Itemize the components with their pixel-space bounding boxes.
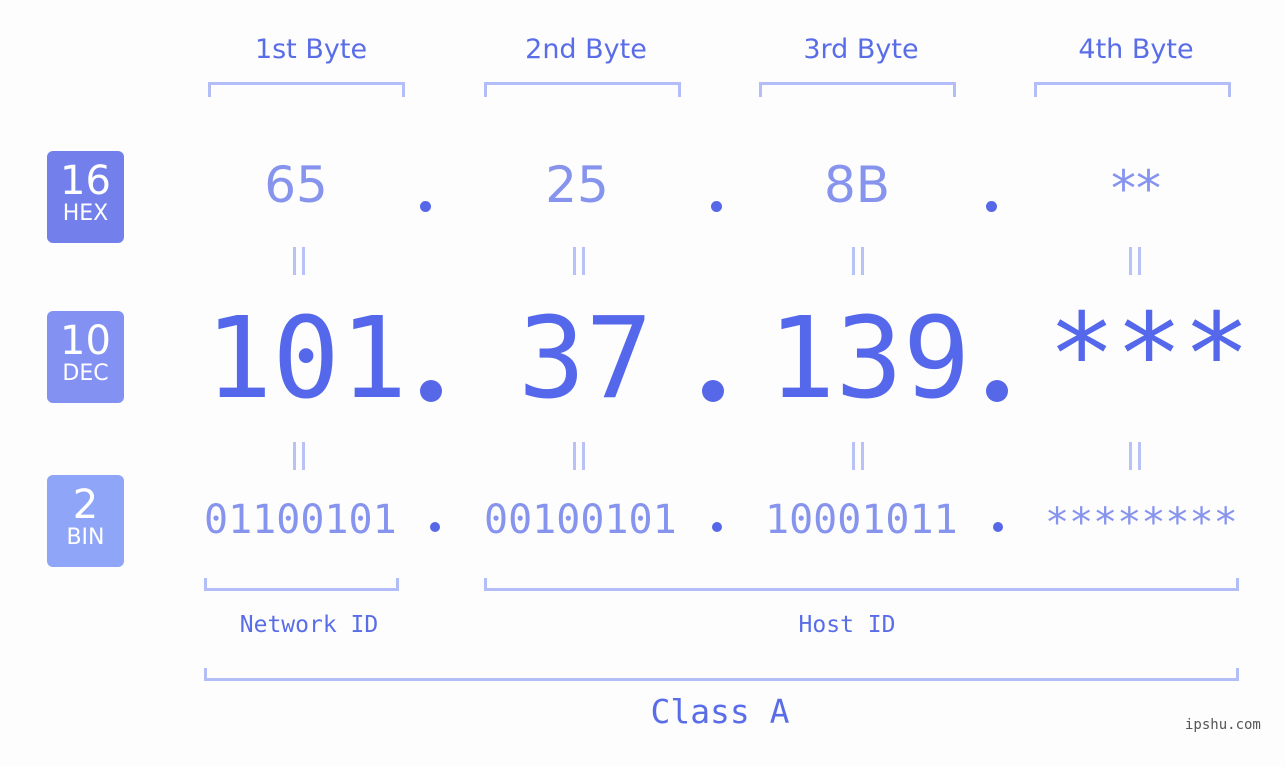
bin-badge: 2 BIN bbox=[47, 475, 124, 567]
byte-header-4: 4th Byte bbox=[1078, 34, 1194, 65]
hex-label: HEX bbox=[62, 201, 109, 226]
dec-base: 10 bbox=[60, 318, 111, 364]
hex-byte-3: 8B bbox=[823, 156, 891, 214]
byte-bracket-1 bbox=[208, 82, 405, 97]
class-bracket bbox=[204, 668, 1239, 681]
equals-icon bbox=[1127, 247, 1143, 275]
network-id-label: Network ID bbox=[239, 612, 379, 638]
class-label: Class A bbox=[650, 692, 790, 731]
hex-separator-2 bbox=[711, 201, 722, 212]
equals-icon bbox=[850, 442, 866, 470]
equals-icon bbox=[291, 442, 307, 470]
dec-separator-3 bbox=[986, 380, 1008, 402]
host-id-bracket bbox=[484, 578, 1239, 591]
watermark: ipshu.com bbox=[1185, 717, 1261, 733]
hex-base: 16 bbox=[60, 158, 111, 204]
equals-icon bbox=[850, 247, 866, 275]
bin-label: BIN bbox=[66, 525, 105, 550]
dec-separator-1 bbox=[420, 380, 442, 402]
bin-base: 2 bbox=[72, 482, 99, 528]
dec-byte-1: 101 bbox=[205, 294, 408, 424]
byte-header-3: 3rd Byte bbox=[803, 34, 919, 65]
byte-header-2: 2nd Byte bbox=[525, 34, 647, 65]
byte-header-1: 1st Byte bbox=[254, 34, 368, 65]
bin-separator-2 bbox=[712, 522, 722, 532]
bin-byte-3: 10001011 bbox=[765, 497, 958, 543]
bin-byte-1: 01100101 bbox=[204, 497, 397, 543]
hex-separator-1 bbox=[420, 201, 431, 212]
equals-icon bbox=[571, 247, 587, 275]
host-id-label: Host ID bbox=[798, 612, 896, 638]
equals-icon bbox=[571, 442, 587, 470]
bin-separator-3 bbox=[993, 522, 1003, 532]
dec-badge: 10 DEC bbox=[47, 311, 124, 403]
hex-byte-1: 65 bbox=[264, 156, 328, 214]
dec-byte-3: 139 bbox=[768, 294, 971, 424]
network-id-bracket bbox=[204, 578, 399, 591]
byte-bracket-3 bbox=[759, 82, 956, 97]
equals-icon bbox=[291, 247, 307, 275]
byte-bracket-4 bbox=[1034, 82, 1231, 97]
dec-label: DEC bbox=[62, 361, 109, 386]
dec-byte-4: *** bbox=[1048, 290, 1251, 420]
hex-separator-3 bbox=[986, 201, 997, 212]
hex-badge: 16 HEX bbox=[47, 151, 124, 243]
bin-byte-2: 00100101 bbox=[484, 497, 677, 543]
hex-byte-2: 25 bbox=[545, 156, 609, 214]
bin-byte-4: ******** bbox=[1045, 500, 1238, 546]
byte-bracket-2 bbox=[484, 82, 681, 97]
hex-byte-4: ** bbox=[1111, 160, 1161, 218]
bin-separator-1 bbox=[430, 522, 440, 532]
dec-byte-2: 37 bbox=[518, 294, 653, 424]
equals-icon bbox=[1127, 442, 1143, 470]
dec-separator-2 bbox=[702, 380, 724, 402]
